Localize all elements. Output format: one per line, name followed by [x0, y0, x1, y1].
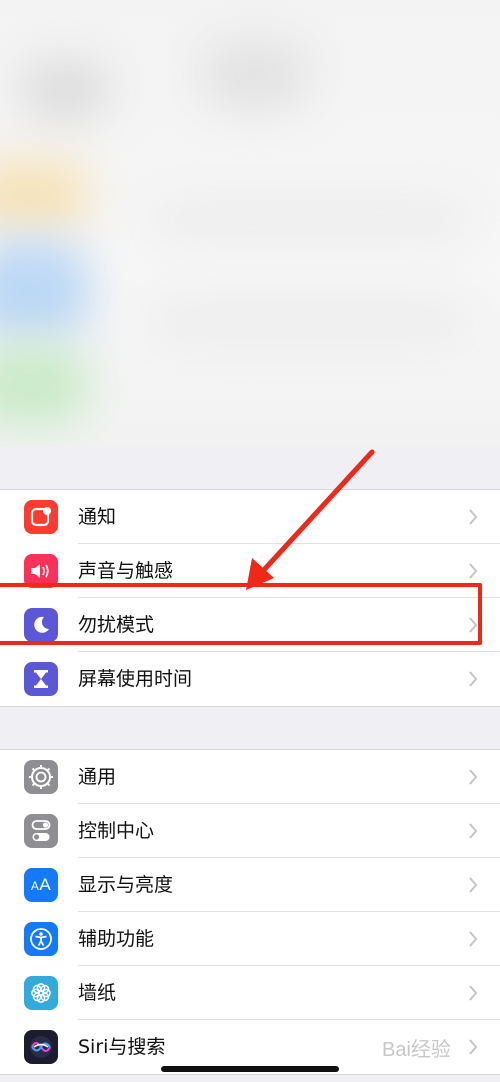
settings-row-label: 墙纸 [78, 982, 117, 1004]
settings-row-label: Siri与搜索 [78, 1036, 166, 1058]
blurred-header-area [0, 0, 500, 447]
settings-group-2: 通用 控制中心 AA 显示与亮度 辅助功能 墙纸 Siri与搜索 [0, 749, 500, 1075]
toggles-icon [24, 814, 58, 848]
settings-row-screen-time[interactable]: 屏幕使用时间 [0, 652, 500, 706]
highlight-box [0, 583, 482, 645]
settings-row-accessibility[interactable]: 辅助功能 [0, 912, 500, 966]
section-gap [0, 447, 500, 489]
settings-row-label: 屏幕使用时间 [78, 668, 193, 690]
settings-row-label: 辅助功能 [78, 928, 155, 950]
home-indicator[interactable] [161, 1066, 339, 1072]
chevron-right-icon [469, 823, 478, 839]
settings-row-display[interactable]: AA 显示与亮度 [0, 858, 500, 912]
chevron-right-icon [469, 877, 478, 893]
gear-icon [24, 760, 58, 794]
chevron-right-icon [469, 769, 478, 785]
chevron-right-icon [469, 671, 478, 687]
notifications-icon [24, 500, 58, 534]
settings-row-notifications[interactable]: 通知 [0, 490, 500, 544]
chevron-right-icon [469, 509, 478, 525]
section-gap [0, 707, 500, 749]
settings-row-label: 通知 [78, 506, 117, 528]
settings-row-control-center[interactable]: 控制中心 [0, 804, 500, 858]
siri-icon [24, 1030, 58, 1064]
accessibility-icon [24, 922, 58, 956]
settings-row-general[interactable]: 通用 [0, 750, 500, 804]
settings-row-label: 控制中心 [78, 820, 155, 842]
watermark-text: Bai经验 [382, 1038, 451, 1061]
chevron-right-icon [469, 931, 478, 947]
settings-row-label: 通用 [78, 766, 117, 788]
hourglass-icon [24, 662, 58, 696]
chevron-right-icon [469, 985, 478, 1001]
settings-row-wallpaper[interactable]: 墙纸 [0, 966, 500, 1020]
text-size-icon: AA [24, 868, 58, 902]
watermark-logo: Bai经验 [380, 1030, 500, 1070]
flower-icon [24, 976, 58, 1010]
chevron-right-icon [469, 563, 478, 579]
settings-row-label: 显示与亮度 [78, 874, 174, 896]
